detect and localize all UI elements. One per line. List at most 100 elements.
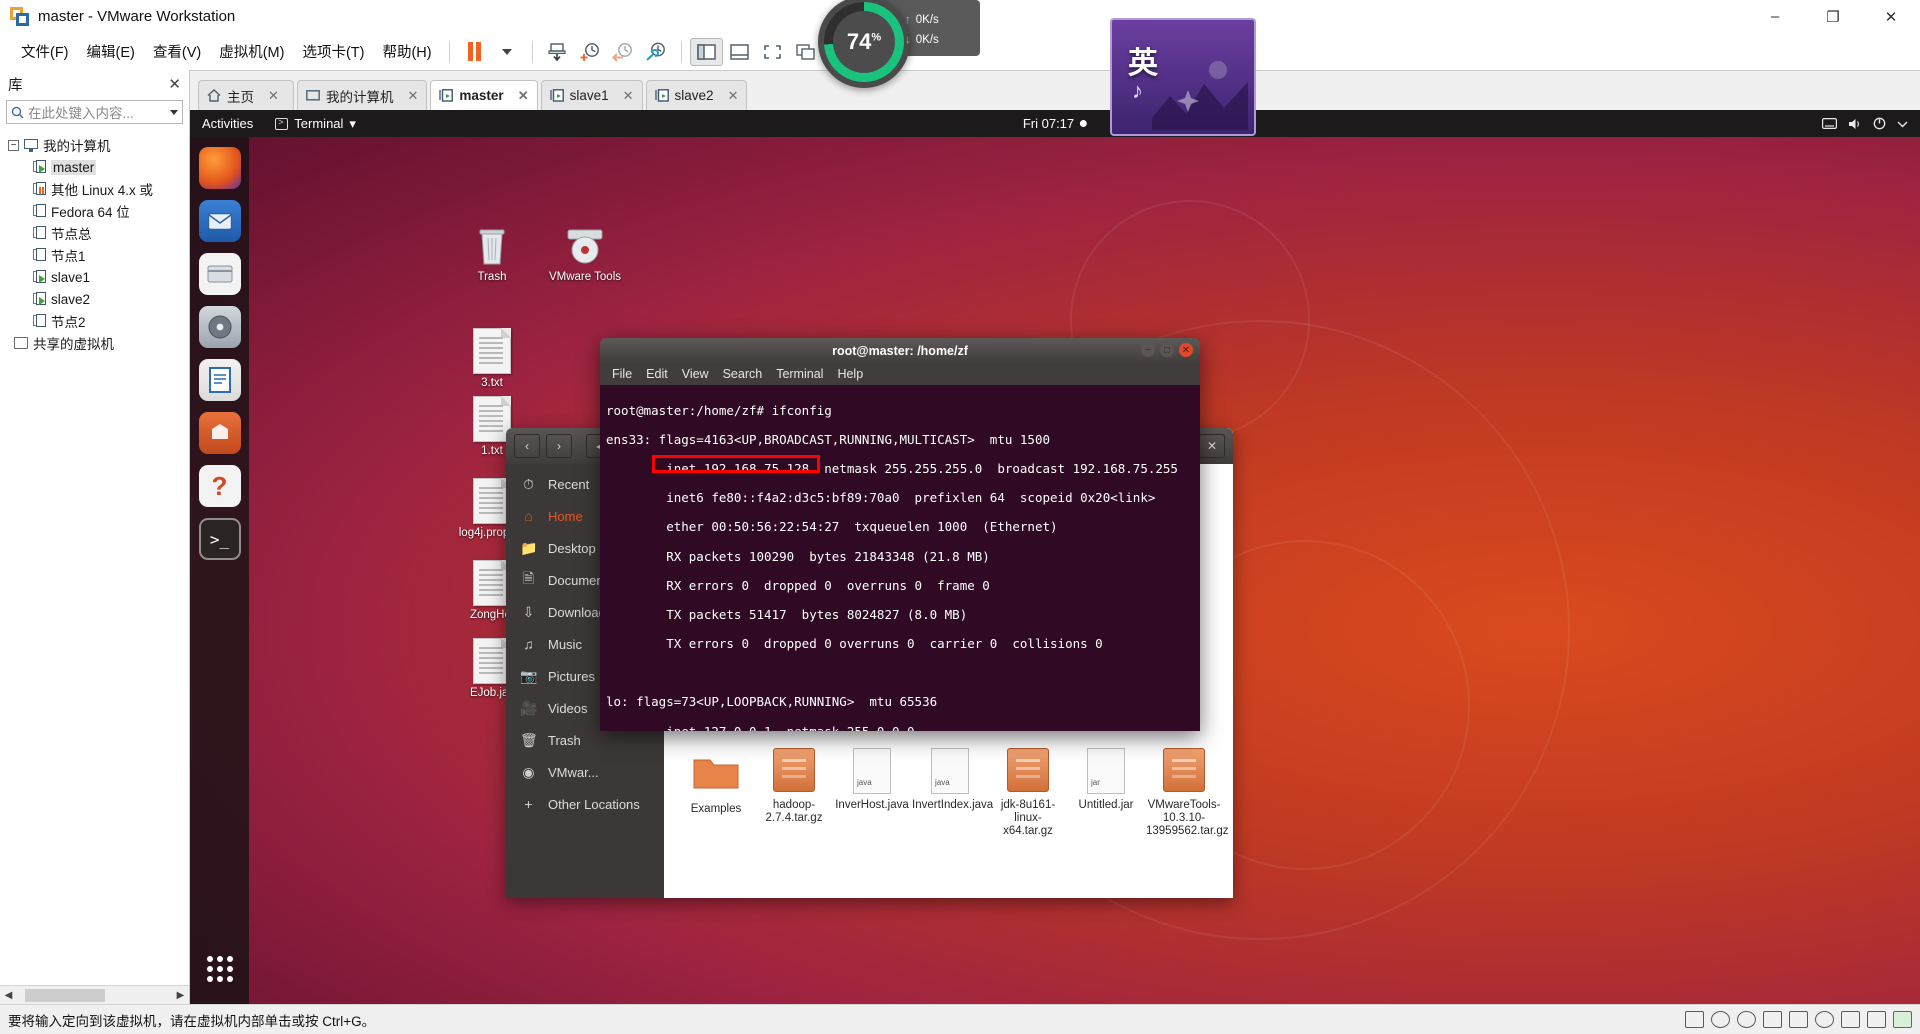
manage-snapshots-button[interactable] [640, 38, 673, 66]
tree-item-shared-vms[interactable]: 共享的虚拟机 [0, 332, 189, 354]
tree-item-node-1[interactable]: 节点1 [0, 244, 189, 266]
menu-edit[interactable]: 编辑(E) [78, 38, 144, 65]
maximize-button[interactable]: ❐ [1804, 0, 1862, 33]
tab-close-icon[interactable]: ✕ [728, 88, 739, 104]
suspend-button[interactable] [458, 38, 491, 66]
ubuntu-software-icon[interactable] [198, 412, 241, 454]
tree-item-my-computer[interactable]: − 我的计算机 [0, 134, 189, 156]
terminal-minimize-button[interactable]: − [1141, 343, 1155, 357]
libreoffice-writer-icon[interactable] [198, 359, 241, 401]
power-dropdown-button[interactable] [491, 38, 524, 66]
file-item-invertindex[interactable]: java InvertIndex.java [912, 748, 993, 812]
nav-forward-button[interactable]: › [546, 434, 572, 458]
clock[interactable]: Fri 07:17 [1023, 116, 1088, 131]
tab-master[interactable]: master ✕ [430, 80, 538, 110]
show-applications-icon[interactable] [199, 948, 241, 990]
terminal-output[interactable]: root@master:/home/zf# ifconfig ens33: fl… [600, 385, 1200, 731]
hard-disk-icon[interactable] [1685, 1011, 1704, 1028]
place-vmware-tools[interactable]: ◉ VMwar... [506, 756, 664, 788]
cpu-usage-gauge[interactable]: 74% [818, 0, 910, 88]
chevron-down-icon[interactable] [170, 109, 178, 115]
floppy-icon[interactable] [1763, 1011, 1782, 1028]
menu-help[interactable]: 帮助(H) [373, 38, 440, 65]
tab-close-icon[interactable]: ✕ [408, 88, 419, 104]
file-item-inverhost[interactable]: java InverHost.java [834, 748, 910, 812]
file-item-vmware-tools-tar[interactable]: VMwareTools-10.3.10-13959562.tar.gz [1146, 748, 1229, 838]
tab-slave2[interactable]: slave2 ✕ [645, 80, 748, 110]
terminal-menu-file[interactable]: File [612, 367, 632, 381]
terminal-menu-terminal[interactable]: Terminal [776, 367, 823, 381]
menu-vm[interactable]: 虚拟机(M) [210, 38, 293, 65]
tree-item-node-zong[interactable]: 节点总 [0, 222, 189, 244]
revert-snapshot-button[interactable] [607, 38, 640, 66]
tab-close-icon[interactable]: ✕ [518, 88, 529, 104]
tab-home[interactable]: 主页 ✕ [198, 80, 294, 110]
tree-item-slave1[interactable]: slave1 [0, 266, 189, 288]
terminal-menu-search[interactable]: Search [723, 367, 763, 381]
terminal-close-button[interactable]: ✕ [1179, 343, 1193, 357]
desktop-icon-3txt[interactable]: 3.txt [455, 328, 529, 390]
file-item-untitled-jar[interactable]: jar Untitled.jar [1068, 748, 1144, 812]
desktop-icon-vmware-tools[interactable]: VMware Tools [548, 222, 622, 284]
usb-icon[interactable] [1789, 1011, 1808, 1028]
desktop-icon-trash[interactable]: Trash [455, 222, 529, 284]
ime-indicator-popup[interactable]: 英 ♪ [1110, 18, 1256, 136]
tab-close-icon[interactable]: ✕ [623, 88, 634, 104]
menu-view[interactable]: 查看(V) [144, 38, 210, 65]
printer-icon[interactable] [1841, 1011, 1860, 1028]
message-icon[interactable] [1893, 1011, 1912, 1028]
tree-item-fedora[interactable]: Fedora 64 位 [0, 200, 189, 222]
file-item-hadoop[interactable]: hadoop-2.7.4.tar.gz [756, 748, 832, 825]
terminal-menu-help[interactable]: Help [837, 367, 863, 381]
menu-file[interactable]: 文件(F) [12, 38, 78, 65]
terminal-window[interactable]: root@master: /home/zf − □ ✕ File Edit Vi… [600, 338, 1200, 731]
scrollbar-thumb[interactable] [25, 988, 105, 1002]
tree-item-master[interactable]: master [0, 156, 189, 178]
minimize-button[interactable]: – [1746, 0, 1804, 33]
nav-back-button[interactable]: ‹ [514, 434, 540, 458]
tree-item-other-linux[interactable]: 其他 Linux 4.x 或 [0, 178, 189, 200]
firefox-icon[interactable] [198, 147, 241, 189]
terminal-menu-edit[interactable]: Edit [646, 367, 668, 381]
app-menu-terminal[interactable]: Terminal ▾ [265, 116, 366, 132]
sound-icon[interactable] [1815, 1011, 1834, 1028]
network-icon[interactable] [1737, 1011, 1756, 1028]
place-other-locations[interactable]: + Other Locations [506, 788, 664, 820]
close-button[interactable]: ✕ [1862, 0, 1920, 33]
scroll-left-arrow-icon[interactable]: ◀ [0, 990, 17, 1001]
menu-tabs[interactable]: 选项卡(T) [293, 38, 373, 65]
terminal-title-bar[interactable]: root@master: /home/zf − □ ✕ [600, 338, 1200, 363]
terminal-menu-view[interactable]: View [682, 367, 709, 381]
scrollbar-track[interactable] [17, 988, 172, 1002]
files-icon[interactable] [198, 253, 241, 295]
tree-expander[interactable]: − [8, 139, 19, 151]
tab-close-icon[interactable]: ✕ [268, 88, 279, 104]
rhythmbox-icon[interactable] [198, 306, 241, 348]
activities-button[interactable]: Activities [190, 116, 265, 131]
help-icon[interactable]: ? [198, 465, 241, 507]
display-icon[interactable] [1867, 1011, 1886, 1028]
full-screen-button[interactable] [756, 38, 789, 66]
guest-screen[interactable]: Activities Terminal ▾ Fri 07:17 [190, 110, 1920, 1004]
thunderbird-icon[interactable] [198, 200, 241, 242]
library-tree[interactable]: − 我的计算机 master 其他 Linux 4.x 或 Fedora 64 … [0, 128, 189, 985]
scroll-right-arrow-icon[interactable]: ▶ [172, 990, 189, 1001]
library-horizontal-scrollbar[interactable]: ◀ ▶ [0, 985, 189, 1004]
take-snapshot-button[interactable] [574, 38, 607, 66]
show-library-button[interactable] [689, 37, 723, 66]
tab-slave1[interactable]: slave1 ✕ [540, 80, 643, 110]
unity-mode-button[interactable] [789, 38, 822, 66]
system-tray[interactable] [1822, 117, 1920, 130]
file-item-jdk[interactable]: jdk-8u161-linux-x64.tar.gz [990, 748, 1066, 838]
terminal-maximize-button[interactable]: □ [1160, 343, 1174, 357]
terminal-icon[interactable]: >_ [198, 518, 241, 560]
cd-icon[interactable] [1711, 1011, 1730, 1028]
close-icon[interactable]: ✕ [1199, 434, 1225, 458]
file-item-examples[interactable]: Examples [678, 752, 754, 816]
library-close-icon[interactable]: ✕ [168, 75, 181, 93]
library-search[interactable]: 在此处键入内容... [6, 100, 183, 124]
tab-my-computer[interactable]: 我的计算机 ✕ [297, 80, 428, 110]
tree-item-node-2[interactable]: 节点2 [0, 310, 189, 332]
show-thumbnail-bar-button[interactable] [723, 38, 756, 66]
tree-item-slave2[interactable]: slave2 [0, 288, 189, 310]
